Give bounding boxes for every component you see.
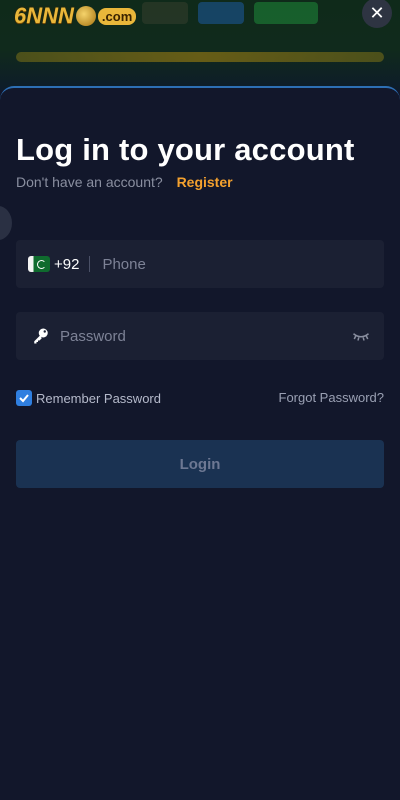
header-button (198, 2, 244, 24)
side-handle[interactable] (0, 206, 12, 240)
logo-wing-icon (75, 6, 96, 26)
login-label: Login (179, 455, 221, 473)
remember-checkbox[interactable] (16, 390, 32, 406)
login-modal: Log in to your account Don't have an acc… (0, 86, 400, 800)
key-icon (34, 328, 48, 344)
header-block (142, 2, 188, 24)
password-field (16, 312, 384, 360)
remember-label: Remember Password (36, 390, 161, 406)
eye-closed-icon[interactable] (352, 330, 370, 342)
logo-suffix: .com (97, 7, 137, 25)
pakistan-flag-icon (28, 256, 50, 272)
close-icon: ✕ (369, 2, 385, 23)
app-logo: 6NNN .com (14, 2, 137, 30)
phone-input[interactable] (100, 254, 384, 274)
login-button[interactable]: Login (16, 440, 384, 488)
register-prompt: Don't have an account? Register (16, 174, 233, 190)
field-divider (89, 256, 91, 272)
no-account-text: Don't have an account? (16, 174, 163, 190)
register-link[interactable]: Register (177, 174, 233, 190)
page-title: Log in to your account (16, 132, 355, 167)
header-button (254, 2, 318, 24)
forgot-password-link[interactable]: Forgot Password? (279, 390, 385, 405)
marquee-bar (16, 52, 384, 62)
login-screen: 6NNN .com ✕ Log in to your account Don't… (0, 0, 400, 800)
logo-text: 6NNN (14, 3, 74, 28)
checkmark-icon (19, 394, 29, 403)
phone-field: +92 (16, 240, 384, 288)
country-code[interactable]: +92 (54, 256, 79, 273)
remember-password[interactable]: Remember Password (16, 390, 161, 406)
password-input[interactable] (58, 326, 352, 346)
background-app-header: 6NNN .com (0, 0, 400, 90)
